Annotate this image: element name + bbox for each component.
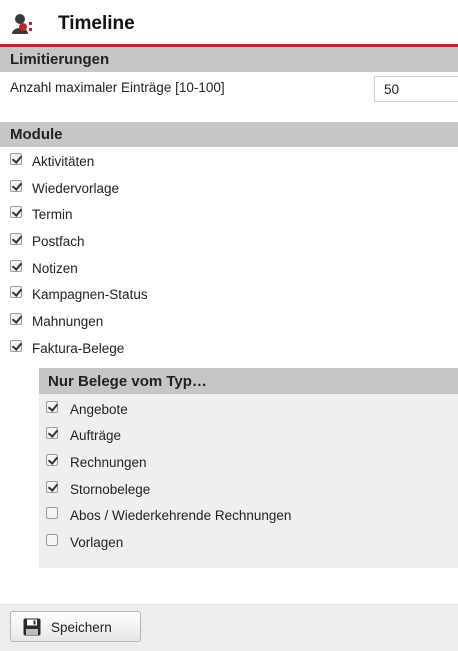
checkbox[interactable] [46, 507, 58, 520]
checkbox-label: Faktura-Belege [32, 340, 125, 356]
checkbox[interactable] [10, 286, 22, 299]
checkbox-row[interactable]: Aktivitäten [0, 147, 458, 174]
max-entries-row: Anzahl maximaler Einträge [10-100] [0, 72, 458, 104]
checkbox[interactable] [10, 179, 22, 192]
checkbox-label: Wiedervorlage [32, 180, 120, 196]
checkbox[interactable] [46, 400, 58, 413]
footer-bar: Speichern [0, 604, 458, 651]
document-type-heading: Nur Belege vom Typ… [39, 367, 458, 394]
floppy-disk-icon [23, 618, 41, 636]
checkbox[interactable] [10, 313, 22, 326]
checkbox[interactable] [10, 259, 22, 272]
checkbox-row[interactable]: Abos / Wiederkehrende Rechnungen [39, 501, 458, 528]
checkbox-row[interactable]: Mahnungen [0, 307, 458, 334]
checkbox[interactable] [46, 427, 58, 440]
checkbox[interactable] [10, 206, 22, 219]
save-button[interactable]: Speichern [10, 611, 141, 642]
checkbox-label: Kampagnen-Status [32, 287, 148, 303]
checkbox-row[interactable]: Stornobelege [39, 475, 458, 502]
checkbox-row[interactable]: Notizen [0, 254, 458, 281]
checkbox[interactable] [46, 480, 58, 493]
document-type-panel: Nur Belege vom Typ… Angebote Aufträge Rech… [39, 367, 458, 568]
checkbox-label: Rechnungen [70, 454, 147, 470]
limits-section-heading: Limitierungen [0, 47, 458, 72]
checkbox[interactable] [10, 233, 22, 246]
checkbox-row[interactable]: Aufträge [39, 421, 458, 448]
max-entries-label: Anzahl maximaler Einträge [10-100] [10, 80, 225, 95]
modules-section-heading: Module [0, 122, 458, 147]
checkbox-row[interactable]: Angebote [39, 395, 458, 422]
checkbox[interactable] [10, 153, 22, 165]
checkbox-row[interactable]: Rechnungen [39, 448, 458, 475]
checkbox-row[interactable]: Postfach [0, 227, 458, 254]
checkbox-label: Postfach [32, 234, 85, 250]
checkbox-row[interactable]: Termin [0, 200, 458, 227]
checkbox-label: Aufträge [70, 428, 122, 444]
page-title: Timeline [58, 13, 135, 34]
checkbox-label: Angebote [70, 401, 128, 417]
page-header: Timeline [0, 0, 458, 47]
contacts-logo-icon [12, 14, 32, 34]
checkbox-label: Aktivitäten [32, 154, 95, 169]
checkbox-label: Termin [32, 207, 73, 223]
save-button-label: Speichern [51, 620, 112, 635]
document-type-list: Angebote Aufträge Rechnungen Stornobelege Ab… [39, 394, 458, 555]
checkbox[interactable] [46, 533, 58, 546]
checkbox-row[interactable]: Wiedervorlage [0, 174, 458, 201]
checkbox-label: Vorlagen [70, 534, 124, 550]
checkbox-label: Stornobelege [70, 481, 151, 497]
checkbox[interactable] [10, 339, 22, 352]
checkbox-label: Abos / Wiederkehrende Rechnungen [70, 508, 292, 524]
checkbox-label: Notizen [32, 260, 78, 276]
checkbox-row[interactable]: Kampagnen-Status [0, 280, 458, 307]
checkbox-row[interactable]: Vorlagen [39, 528, 458, 555]
modules-list: Aktivitäten Wiedervorlage Termin Postfach No… [0, 147, 458, 361]
checkbox-row[interactable]: Faktura-Belege [0, 334, 458, 361]
checkbox[interactable] [46, 453, 58, 466]
checkbox-label: Mahnungen [32, 314, 104, 330]
max-entries-input[interactable] [374, 76, 458, 102]
